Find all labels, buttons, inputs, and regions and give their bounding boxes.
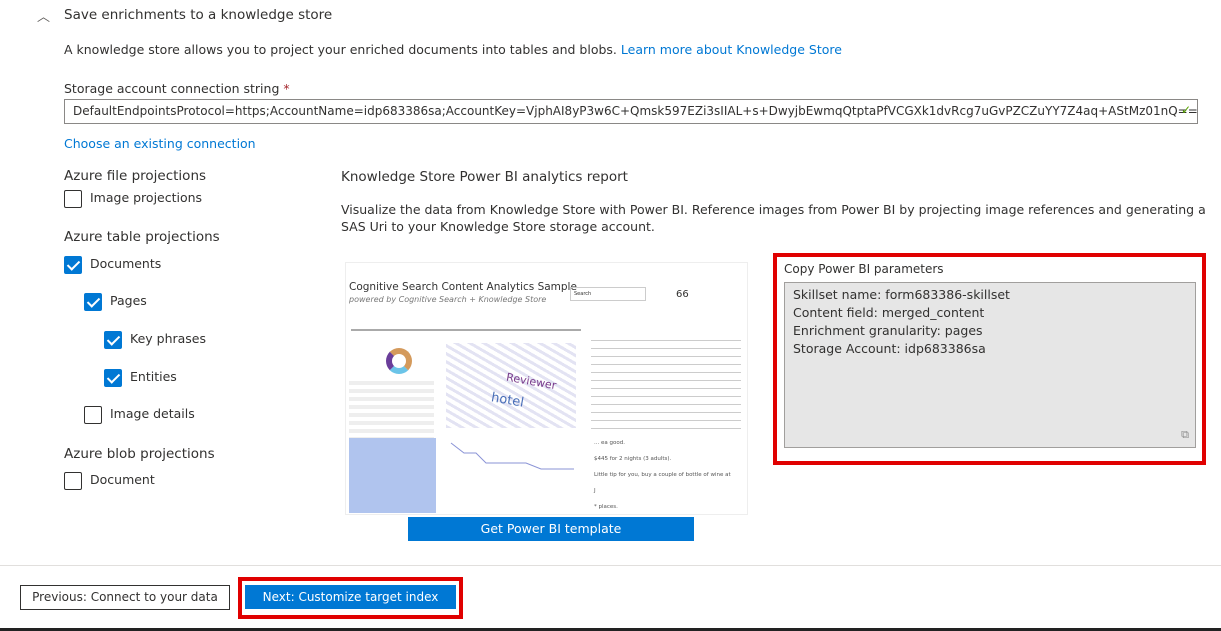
previous-button[interactable]: Previous: Connect to your data bbox=[20, 585, 230, 610]
documents-checkbox[interactable] bbox=[64, 256, 82, 274]
get-powerbi-template-button[interactable]: Get Power BI template bbox=[408, 517, 694, 541]
document-blob-checkbox[interactable] bbox=[64, 472, 82, 490]
powerbi-description: Visualize the data from Knowledge Store … bbox=[341, 202, 1206, 234]
image-details-label: Image details bbox=[110, 406, 195, 421]
choose-existing-connection-link[interactable]: Choose an existing connection bbox=[64, 136, 256, 151]
image-projections-label: Image projections bbox=[90, 190, 203, 205]
key-phrases-checkbox[interactable] bbox=[104, 331, 122, 349]
pages-checkbox[interactable] bbox=[84, 293, 102, 311]
params-label: Copy Power BI parameters bbox=[784, 262, 944, 276]
preview-total-documents: 66 bbox=[676, 289, 689, 300]
powerbi-title: Knowledge Store Power BI analytics repor… bbox=[341, 169, 628, 185]
key-phrases-label: Key phrases bbox=[130, 331, 207, 346]
preview-subtitle: powered by Cognitive Search + Knowledge … bbox=[349, 295, 547, 304]
blob-projections-heading: Azure blob projections bbox=[64, 446, 215, 462]
preview-title: Cognitive Search Content Analytics Sampl… bbox=[349, 281, 577, 293]
preview-wordcloud: Reviewer hotel bbox=[446, 343, 576, 428]
valid-check-icon: ✓ bbox=[1180, 103, 1191, 117]
preview-line-chart bbox=[450, 442, 574, 470]
document-blob-label: Document bbox=[90, 472, 155, 487]
connection-string-input[interactable]: DefaultEndpointsProtocol=https;AccountNa… bbox=[64, 99, 1198, 124]
learn-more-link[interactable]: Learn more about Knowledge Store bbox=[621, 42, 842, 57]
image-details-checkbox[interactable] bbox=[84, 406, 102, 424]
file-projections-heading: Azure file projections bbox=[64, 168, 207, 184]
footer-divider bbox=[0, 565, 1221, 566]
table-projections-heading: Azure table projections bbox=[64, 229, 220, 245]
entities-checkbox[interactable] bbox=[104, 369, 122, 387]
params-textarea[interactable]: Skillset name: form683386-skillset Conte… bbox=[784, 282, 1196, 448]
copy-icon[interactable]: ⧉ bbox=[1181, 426, 1189, 444]
collapse-chevron-icon[interactable]: ︿ bbox=[37, 6, 50, 25]
entities-label: Entities bbox=[130, 369, 177, 384]
next-button[interactable]: Next: Customize target index bbox=[245, 585, 456, 609]
powerbi-report-preview: Cognitive Search Content Analytics Sampl… bbox=[345, 262, 748, 515]
section-description: A knowledge store allows you to project … bbox=[64, 42, 842, 57]
connection-label: Storage account connection string * bbox=[64, 81, 290, 96]
preview-snippets: ... ea good. $445 for 2 nights (3 adults… bbox=[594, 440, 731, 510]
preview-search-box: Search bbox=[570, 287, 646, 301]
image-projections-checkbox[interactable] bbox=[64, 190, 82, 208]
documents-label: Documents bbox=[90, 256, 162, 271]
preview-donut bbox=[386, 348, 412, 374]
preview-sliders bbox=[351, 329, 581, 331]
preview-map bbox=[349, 438, 436, 513]
preview-document-text bbox=[591, 333, 741, 433]
pages-label: Pages bbox=[110, 293, 147, 308]
section-title: Save enrichments to a knowledge store bbox=[64, 7, 333, 23]
preview-table bbox=[349, 381, 434, 439]
